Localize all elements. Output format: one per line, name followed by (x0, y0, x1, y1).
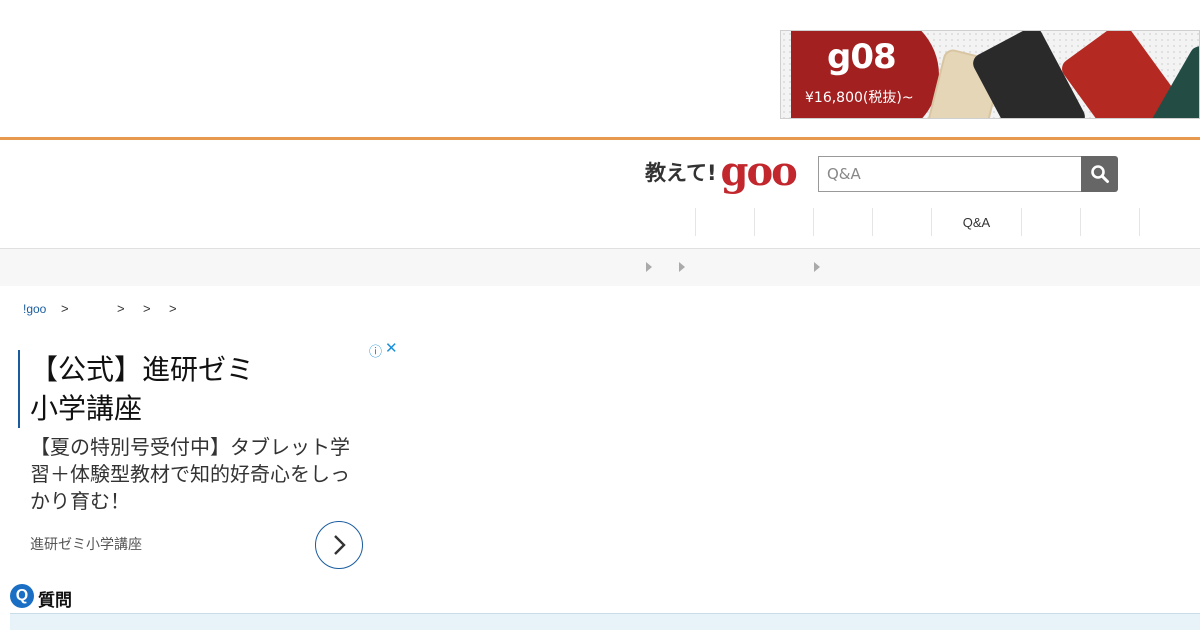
main-nav: Q&A (695, 208, 1200, 236)
nav-item-4[interactable] (872, 208, 931, 236)
question-box (10, 613, 1200, 630)
chevron-right-icon (334, 535, 346, 555)
ad-open-button[interactable] (315, 521, 363, 569)
ad-body: 【夏の特別号受付中】タブレット学習＋体験型教材で知的好奇心をしっかり育む！ (30, 435, 350, 513)
question-badge-icon: Q (10, 584, 34, 608)
nav-item-6[interactable] (1021, 208, 1080, 236)
caret-right-icon[interactable] (814, 262, 820, 272)
nav-item-qa[interactable]: Q&A (931, 208, 1021, 236)
nav-item-3[interactable] (813, 208, 872, 236)
site-logo[interactable]: 教えて! goo (645, 148, 798, 195)
nav-item-1[interactable] (695, 208, 754, 236)
ad-source: 進研ゼミ小学講座 (30, 537, 142, 553)
search-input[interactable] (818, 156, 1082, 192)
breadcrumb-separator: > (169, 301, 177, 316)
banner-price: ¥16,800(税抜)~ (805, 90, 914, 106)
breadcrumb-home-link[interactable]: !goo (23, 302, 46, 316)
ad-info-icon[interactable]: ⓘ (369, 341, 382, 360)
banner-brand: g08 (827, 37, 897, 77)
breadcrumb-separator: > (143, 301, 151, 316)
breadcrumb-separator: > (61, 301, 69, 316)
question-heading: 質問 (38, 591, 72, 611)
ad-title[interactable]: 【公式】進研ゼミ小学講座 (30, 350, 270, 428)
header-divider (0, 137, 1200, 140)
ad-close-icon[interactable]: ✕ (385, 339, 398, 357)
banner-ad[interactable]: g08 ¥16,800(税抜)~ (780, 30, 1200, 119)
search-icon (1090, 165, 1109, 183)
nav-item-2[interactable] (754, 208, 813, 236)
breadcrumb: !goo > > > > (23, 301, 177, 316)
category-subbar (0, 249, 1200, 286)
caret-right-icon[interactable] (646, 262, 652, 272)
logo-brand: goo (720, 148, 798, 195)
breadcrumb-separator: > (117, 301, 125, 316)
ad-accent-rule (18, 350, 20, 428)
logo-text: 教えて! (645, 161, 717, 185)
nav-item-8[interactable] (1139, 208, 1200, 236)
nav-item-7[interactable] (1080, 208, 1139, 236)
search-button[interactable] (1081, 156, 1118, 192)
caret-right-icon[interactable] (679, 262, 685, 272)
